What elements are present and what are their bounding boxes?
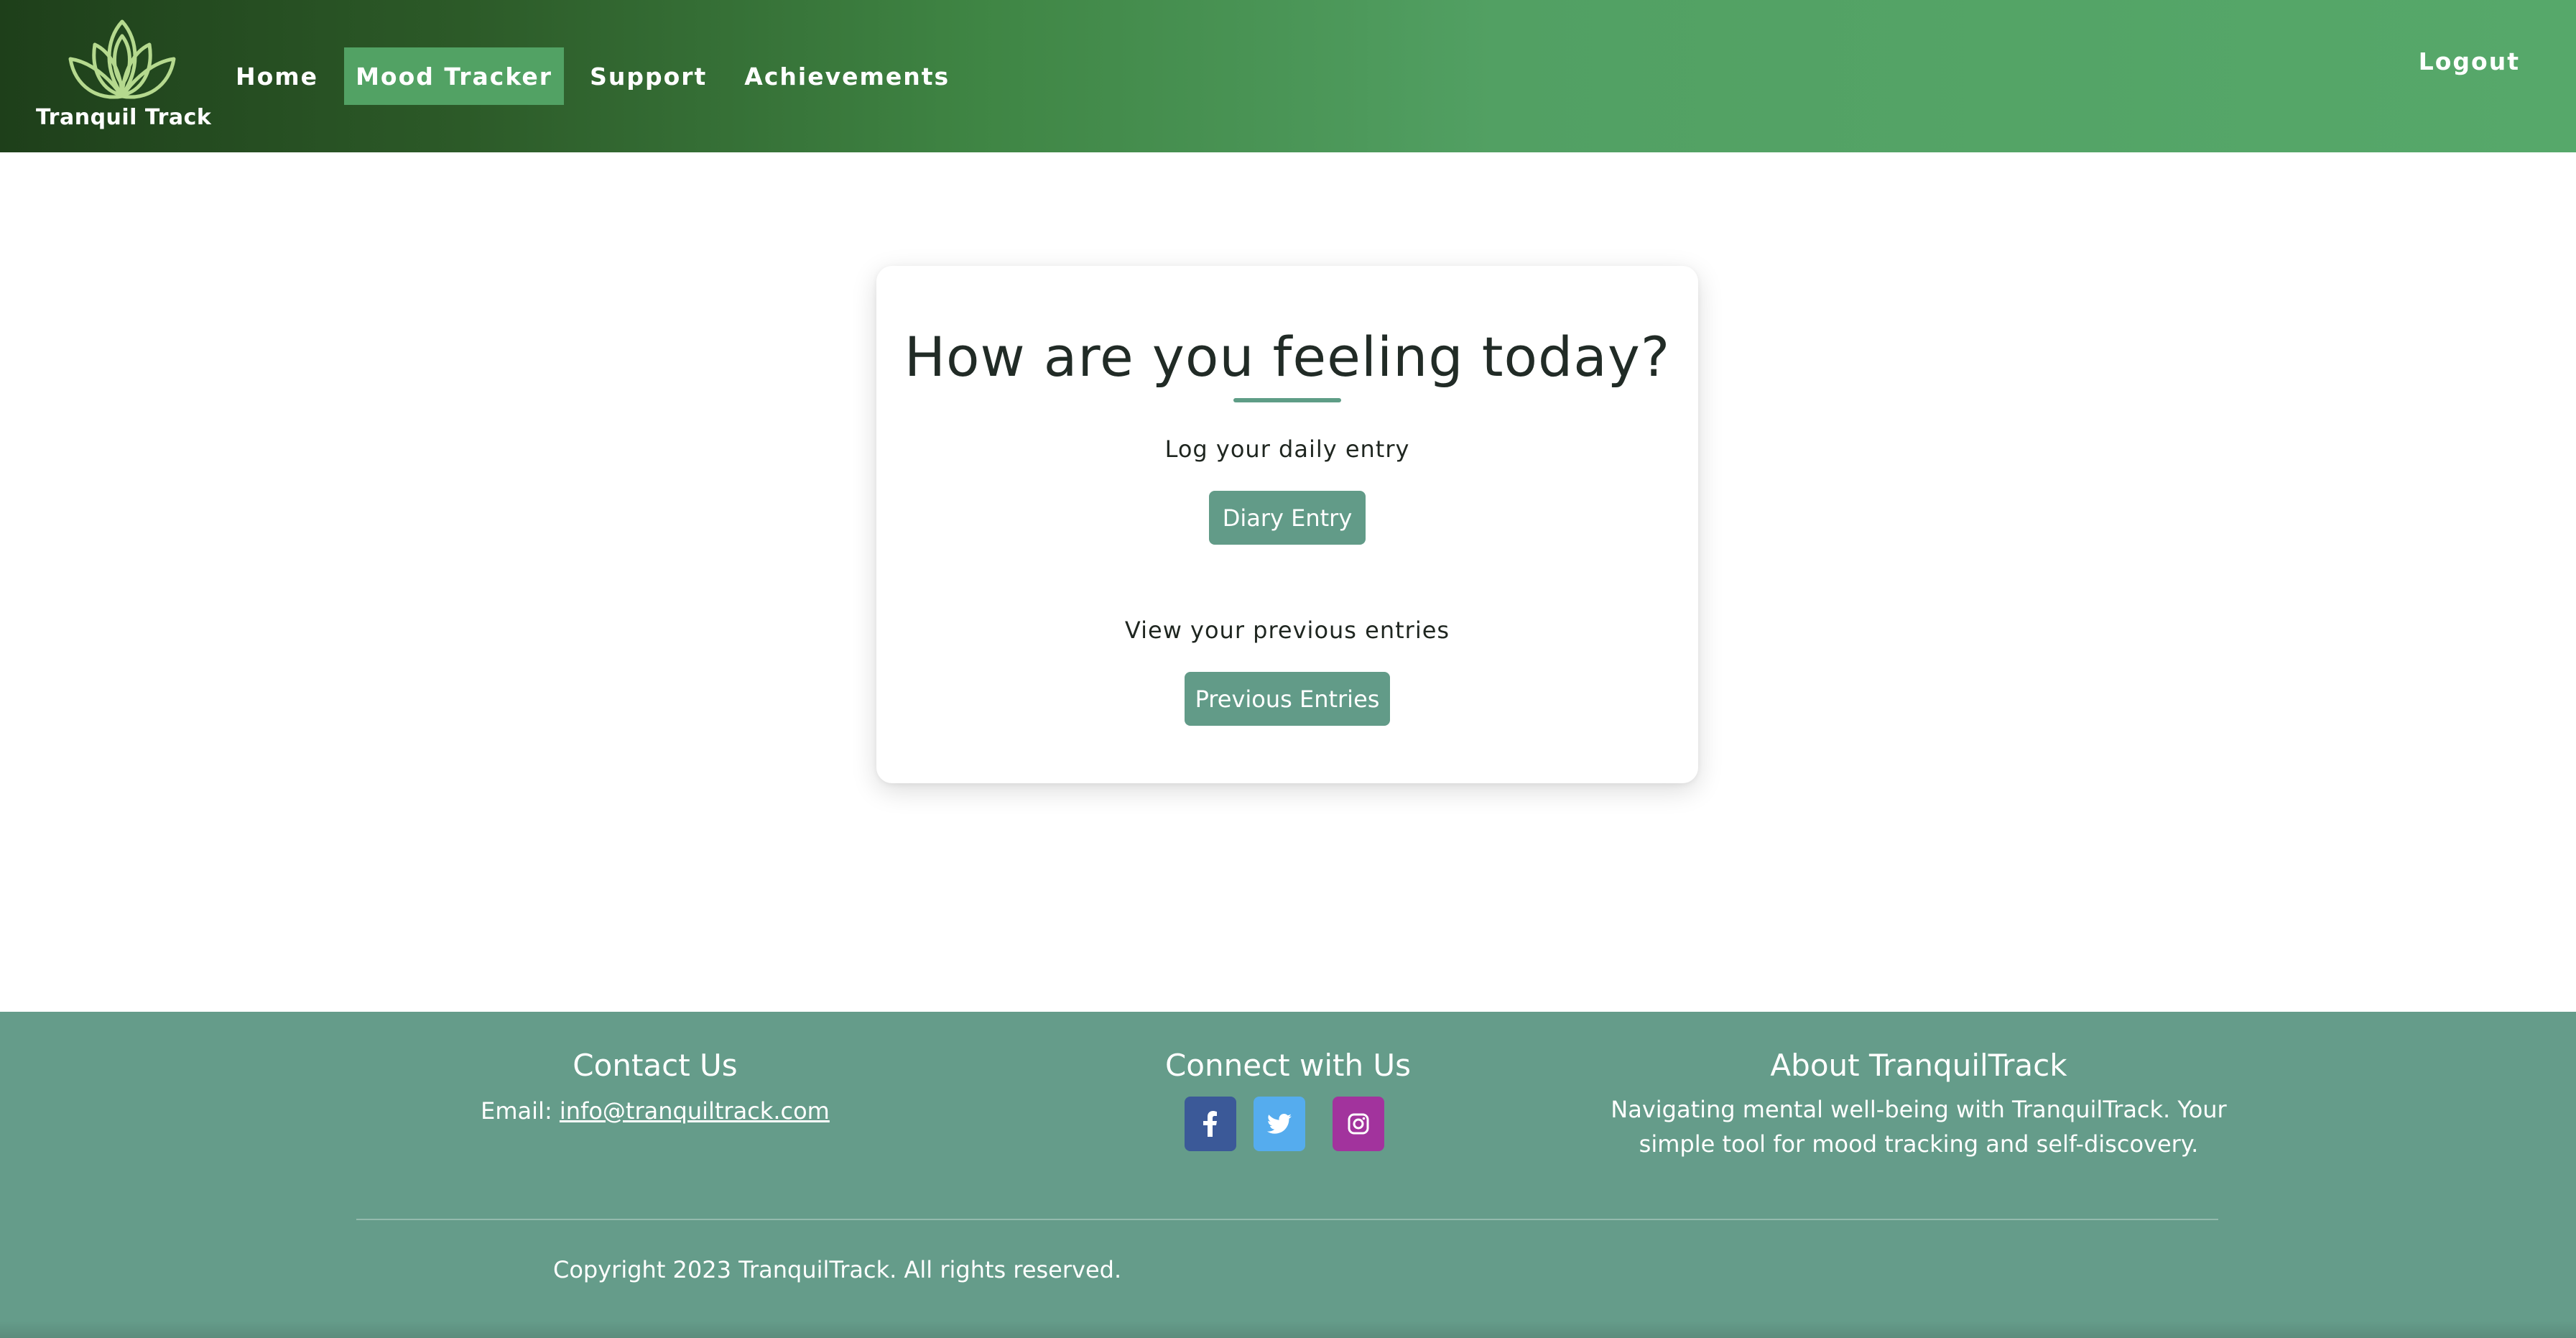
email-prefix: Email: [481, 1097, 560, 1125]
previous-entries-button[interactable]: Previous Entries [1185, 672, 1390, 726]
diary-entry-button[interactable]: Diary Entry [1209, 491, 1366, 545]
diary-entry-label: Log your daily entry [1164, 435, 1410, 463]
contact-title: Contact Us [573, 1048, 738, 1083]
logo-text: Tranquil Track [36, 105, 212, 130]
instagram-button[interactable] [1333, 1097, 1384, 1151]
twitter-icon [1267, 1114, 1292, 1134]
footer-divider [356, 1219, 2218, 1220]
copyright-text: Copyright 2023 TranquilTrack. All rights… [553, 1256, 1122, 1283]
footer-bottom-shadow [0, 1321, 2576, 1338]
logout-link[interactable]: Logout [2419, 47, 2520, 75]
mood-card: How are you feeling today? Log your dail… [876, 266, 1698, 783]
footer: Contact Us Email: info@tranquiltrack.com… [0, 1012, 2576, 1338]
main-nav: Home Mood Tracker Support Achievements [224, 47, 976, 105]
twitter-button[interactable] [1254, 1097, 1305, 1151]
logo[interactable]: Tranquil Track [36, 16, 212, 138]
facebook-icon [1203, 1111, 1217, 1137]
nav-support[interactable]: Support [578, 47, 718, 105]
instagram-icon [1348, 1113, 1369, 1135]
about-line-1: Navigating mental well-being with Tranqu… [1611, 1096, 2227, 1123]
contact-email-line: Email: info@tranquiltrack.com [368, 1094, 942, 1128]
about-text: Navigating mental well-being with Tranqu… [1560, 1092, 2278, 1161]
nav-home[interactable]: Home [224, 47, 330, 105]
lotus-icon [68, 19, 176, 99]
about-line-2: simple tool for mood tracking and self-d… [1639, 1130, 2199, 1158]
page-title: How are you feeling today? [904, 325, 1671, 389]
email-link[interactable]: info@tranquiltrack.com [560, 1097, 830, 1125]
previous-entries-label: View your previous entries [1124, 617, 1450, 644]
top-navbar: Tranquil Track Home Mood Tracker Support… [0, 0, 2576, 152]
nav-mood-tracker[interactable]: Mood Tracker [344, 47, 565, 105]
title-underline [1233, 398, 1341, 402]
facebook-button[interactable] [1185, 1097, 1236, 1151]
nav-achievements[interactable]: Achievements [733, 47, 961, 105]
connect-title: Connect with Us [1164, 1048, 1412, 1083]
about-title: About TranquilTrack [1770, 1048, 2067, 1083]
